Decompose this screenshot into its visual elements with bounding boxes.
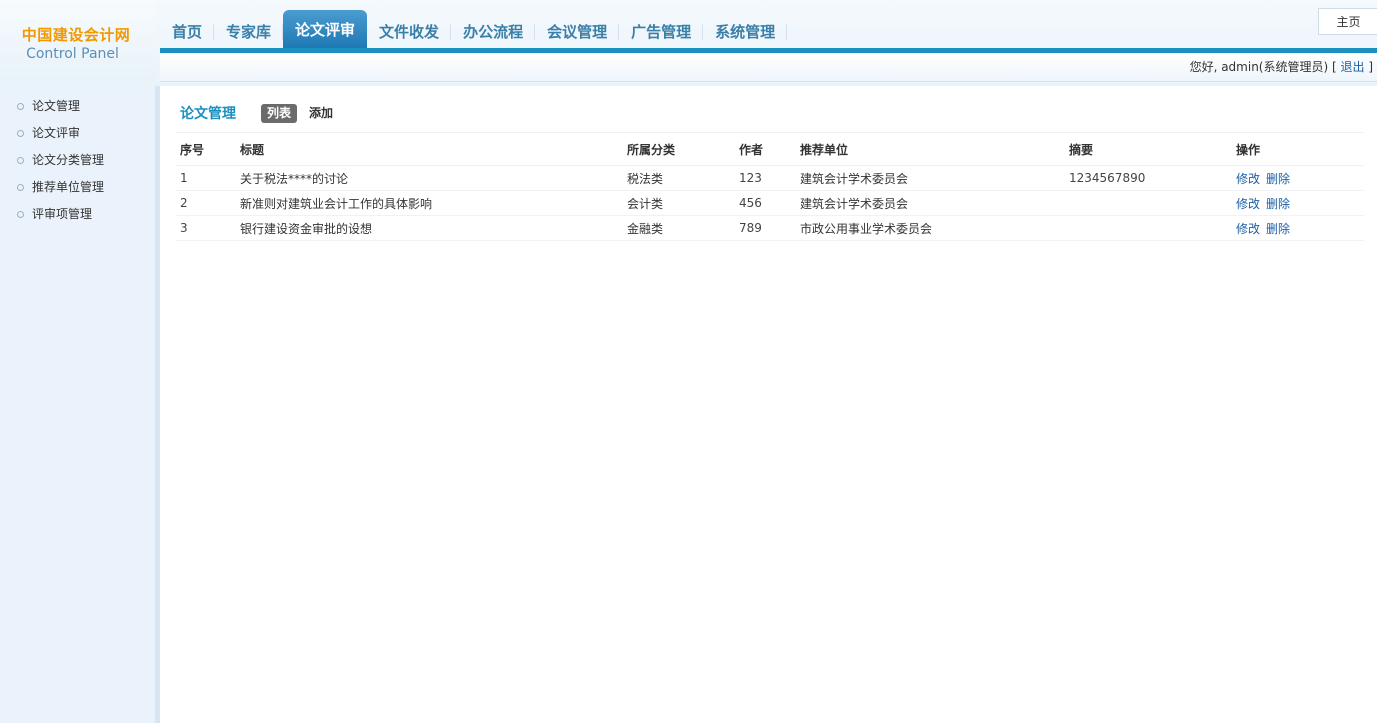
column-header: 作者: [735, 132, 796, 166]
cell-title: 新准则对建筑业会计工作的具体影响: [236, 190, 623, 216]
nav-meetings[interactable]: 会议管理: [535, 10, 620, 48]
cell-title: 银行建设资金审批的设想: [236, 215, 623, 241]
nav-home[interactable]: 首页: [160, 10, 215, 48]
column-header: 推荐单位: [796, 132, 1065, 166]
sidebar-item-label: 评审项管理: [32, 207, 93, 221]
header: 中国建设会计网 Control Panel 首页 专家库 论文评审 文件收发 办…: [0, 0, 1377, 86]
cell-author: 456: [735, 190, 796, 216]
column-header: 标题: [236, 132, 623, 166]
column-header: 序号: [176, 132, 236, 166]
cell-author: 789: [735, 215, 796, 241]
column-header: 所属分类: [623, 132, 735, 166]
edit-link[interactable]: 修改: [1236, 172, 1260, 186]
main-content: 论文管理 列表 添加 序号 标题 所属分类 作者 推荐单位 摘要 操作 1 关于…: [160, 86, 1377, 723]
nav-system[interactable]: 系统管理: [703, 10, 788, 48]
edit-link[interactable]: 修改: [1236, 222, 1260, 236]
bullet-icon: [17, 157, 24, 164]
welcome-text: 您好, admin(系统管理员) [ 退出 ]: [1190, 58, 1373, 75]
table-row: 3 银行建设资金审批的设想 金融类 789 市政公用事业学术委员会 修改 删除: [176, 215, 1364, 241]
cell-unit: 建筑会计学术委员会: [796, 165, 1065, 191]
logo-subtitle: Control Panel: [26, 46, 119, 62]
column-header: 操作: [1232, 132, 1364, 166]
bullet-icon: [17, 103, 24, 110]
bullet-icon: [17, 211, 24, 218]
paper-table: 序号 标题 所属分类 作者 推荐单位 摘要 操作 1 关于税法****的讨论 税…: [176, 132, 1364, 241]
bullet-icon: [17, 130, 24, 137]
cell-abstract: [1065, 190, 1232, 216]
sidebar-item-paper-review[interactable]: 论文评审: [0, 120, 155, 147]
tab-list[interactable]: 列表: [261, 104, 298, 123]
nav-paper-review[interactable]: 论文评审: [283, 10, 368, 48]
logo: 中国建设会计网 Control Panel: [0, 0, 155, 82]
cell-no: 2: [176, 190, 236, 216]
nav-office-flow[interactable]: 办公流程: [451, 10, 536, 48]
cell-category: 税法类: [623, 165, 735, 191]
sidebar-item-review-item-manage[interactable]: 评审项管理: [0, 201, 155, 228]
page-title: 论文管理: [180, 106, 236, 122]
nav-ads[interactable]: 广告管理: [619, 10, 704, 48]
top-nav: 首页 专家库 论文评审 文件收发 办公流程 会议管理 广告管理 系统管理: [160, 10, 788, 48]
cell-actions: 修改 删除: [1232, 165, 1364, 191]
table-header-row: 序号 标题 所属分类 作者 推荐单位 摘要 操作: [176, 132, 1364, 166]
logout-link[interactable]: 退出: [1340, 60, 1364, 74]
sidebar-item-label: 推荐单位管理: [32, 180, 105, 194]
table-row: 2 新准则对建筑业会计工作的具体影响 会计类 456 建筑会计学术委员会 修改删…: [176, 190, 1364, 216]
sidebar-item-label: 论文评审: [32, 126, 81, 140]
delete-link[interactable]: 删除: [1266, 172, 1290, 186]
sidebar-item-category-manage[interactable]: 论文分类管理: [0, 147, 155, 174]
edit-link[interactable]: 修改: [1236, 197, 1260, 211]
cell-abstract: 1234567890: [1065, 165, 1232, 191]
logo-title: 中国建设会计网: [21, 26, 131, 44]
column-header: 摘要: [1065, 132, 1232, 166]
bullet-icon: [17, 184, 24, 191]
welcome-close-bracket: ]: [1364, 60, 1373, 74]
cell-title: 关于税法****的讨论: [236, 165, 623, 191]
cell-author: 123: [735, 165, 796, 191]
cell-category: 会计类: [623, 190, 735, 216]
sidebar-item-unit-manage[interactable]: 推荐单位管理: [0, 174, 155, 201]
nav-documents[interactable]: 文件收发: [367, 10, 452, 48]
welcome-greeting: 您好, admin(系统管理员) [: [1189, 60, 1341, 74]
cell-unit: 市政公用事业学术委员会: [796, 215, 1065, 241]
cell-abstract: [1065, 215, 1232, 241]
cell-unit: 建筑会计学术委员会: [796, 190, 1065, 216]
cell-category: 金融类: [623, 215, 735, 241]
app-root: 中国建设会计网 Control Panel 首页 专家库 论文评审 文件收发 办…: [0, 0, 1377, 723]
sidebar-item-paper-manage[interactable]: 论文管理: [0, 93, 155, 120]
cell-no: 3: [176, 215, 236, 241]
cell-actions: 修改 删除: [1232, 190, 1364, 216]
delete-link[interactable]: 删除: [1266, 222, 1290, 236]
cell-actions: 修改 删除: [1232, 215, 1364, 241]
nav-experts[interactable]: 专家库: [214, 10, 284, 48]
table-row: 1 关于税法****的讨论 税法类 123 建筑会计学术委员会 12345678…: [176, 165, 1364, 191]
sidebar-item-label: 论文分类管理: [32, 153, 105, 167]
sidebar: 论文管理 论文评审 论文分类管理 推荐单位管理 评审项管理: [0, 86, 160, 723]
sidebar-item-label: 论文管理: [32, 99, 81, 113]
delete-link[interactable]: 删除: [1266, 197, 1290, 211]
cell-no: 1: [176, 165, 236, 191]
tab-add[interactable]: 添加: [309, 104, 333, 123]
home-button[interactable]: 主页: [1318, 8, 1377, 35]
